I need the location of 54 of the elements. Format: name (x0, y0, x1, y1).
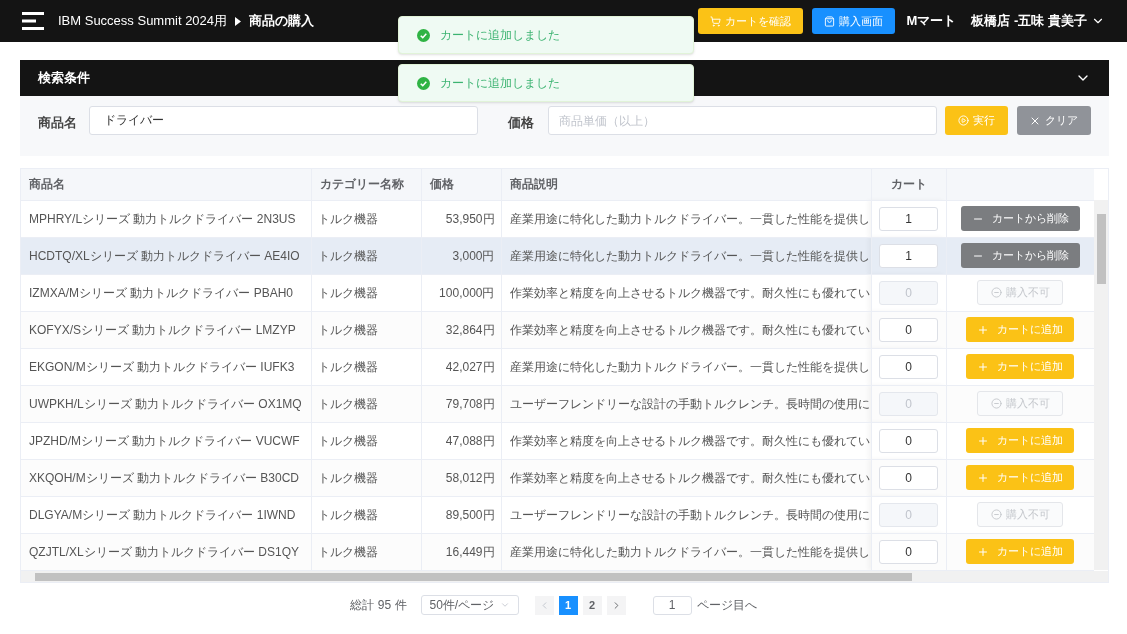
table-cell: JPZHD/Mシリーズ 動力トルクドライバー VUCWF (21, 422, 311, 459)
table-cell: ユーザーフレンドリーな設計の手動トルクレンチ。長時間の使用に (501, 496, 871, 533)
total-count: 総計 95 件 (350, 597, 407, 614)
table-cell: トルク機器 (311, 533, 421, 570)
table-cell: トルク機器 (311, 459, 421, 496)
table-cell: トルク機器 (311, 237, 421, 274)
table-cell: 産業用途に特化した動力トルクドライバー。一貫した性能を提供し (501, 237, 871, 274)
table-cell: DLGYA/Mシリーズ 動力トルクドライバー 1IWND (21, 496, 311, 533)
table-cell: トルク機器 (311, 200, 421, 237)
column-header: 価格 (421, 169, 501, 200)
table-cell: KOFYX/Sシリーズ 動力トルクドライバー LMZYP (21, 311, 311, 348)
table-cell: トルク機器 (311, 274, 421, 311)
table-cell: QZJTL/XLシリーズ 動力トルクドライバー DS1QY (21, 533, 311, 570)
table-cell: 100,000円 (421, 274, 501, 311)
table-cell: 作業効率と精度を向上させるトルク機器です。耐久性にも優れてい (501, 459, 871, 496)
table-cell: HCDTQ/XLシリーズ 動力トルクドライバー AE4IO (21, 237, 311, 274)
toast-text: カートに追加しました (440, 27, 560, 44)
table-cell: 産業用途に特化した動力トルクドライバー。一貫した性能を提供し (501, 200, 871, 237)
table-cell: XKQOH/Mシリーズ 動力トルクドライバー B30CD (21, 459, 311, 496)
table-cell: トルク機器 (311, 311, 421, 348)
table-cell: トルク機器 (311, 496, 421, 533)
table-cell: 作業効率と精度を向上させるトルク機器です。耐久性にも優れてい (501, 311, 871, 348)
field-label: 商品名 (38, 114, 77, 132)
field-label: 価格 (507, 114, 534, 132)
table-cell: 53,950円 (421, 200, 501, 237)
table-cell: IZMXA/Mシリーズ 動力トルクドライバー PBAH0 (21, 274, 311, 311)
page-title: 商品の購入 (249, 12, 315, 31)
table-cell: 作業効率と精度を向上させるトルク機器です。耐久性にも優れてい (501, 422, 871, 459)
search-panel-title: 検索条件 (38, 69, 90, 88)
table-cell: 産業用途に特化した動力トルクドライバー。一貫した性能を提供し (501, 348, 871, 385)
table-cell: 16,449円 (421, 533, 501, 570)
table-cell: トルク機器 (311, 385, 421, 422)
table-cell: 47,088円 (421, 422, 501, 459)
table-cell: トルク機器 (311, 422, 421, 459)
table-cell: 産業用途に特化した動力トルクドライバー。一貫した性能を提供し (501, 533, 871, 570)
table-cell: トルク機器 (311, 348, 421, 385)
page-jump-label: ページ目へ (696, 597, 757, 614)
table-cell: UWPKH/Lシリーズ 動力トルクドライバー OX1MQ (21, 385, 311, 422)
table-cell: 58,012円 (421, 459, 501, 496)
column-header: カテゴリー名称 (311, 169, 421, 200)
table-cell: 32,864円 (421, 311, 501, 348)
table-cell: EKGON/Mシリーズ 動力トルクドライバー IUFK3 (21, 348, 311, 385)
column-header: カート (871, 169, 946, 200)
table-cell: ユーザーフレンドリーな設計の手動トルクレンチ。長時間の使用に (501, 385, 871, 422)
table-cell: MPHRY/Lシリーズ 動力トルクドライバー 2N3US (21, 200, 311, 237)
store-name: Mマート (906, 12, 957, 31)
table-cell: 作業効率と精度を向上させるトルク機器です。耐久性にも優れてい (501, 274, 871, 311)
table-cell: 3,000円 (421, 237, 501, 274)
table-cell: 89,500円 (421, 496, 501, 533)
table-cell: 79,708円 (421, 385, 501, 422)
toast-text: カートに追加しました (440, 75, 560, 92)
column-header: 商品名 (21, 169, 311, 200)
table-cell: 42,027円 (421, 348, 501, 385)
column-header: 商品説明 (501, 169, 871, 200)
